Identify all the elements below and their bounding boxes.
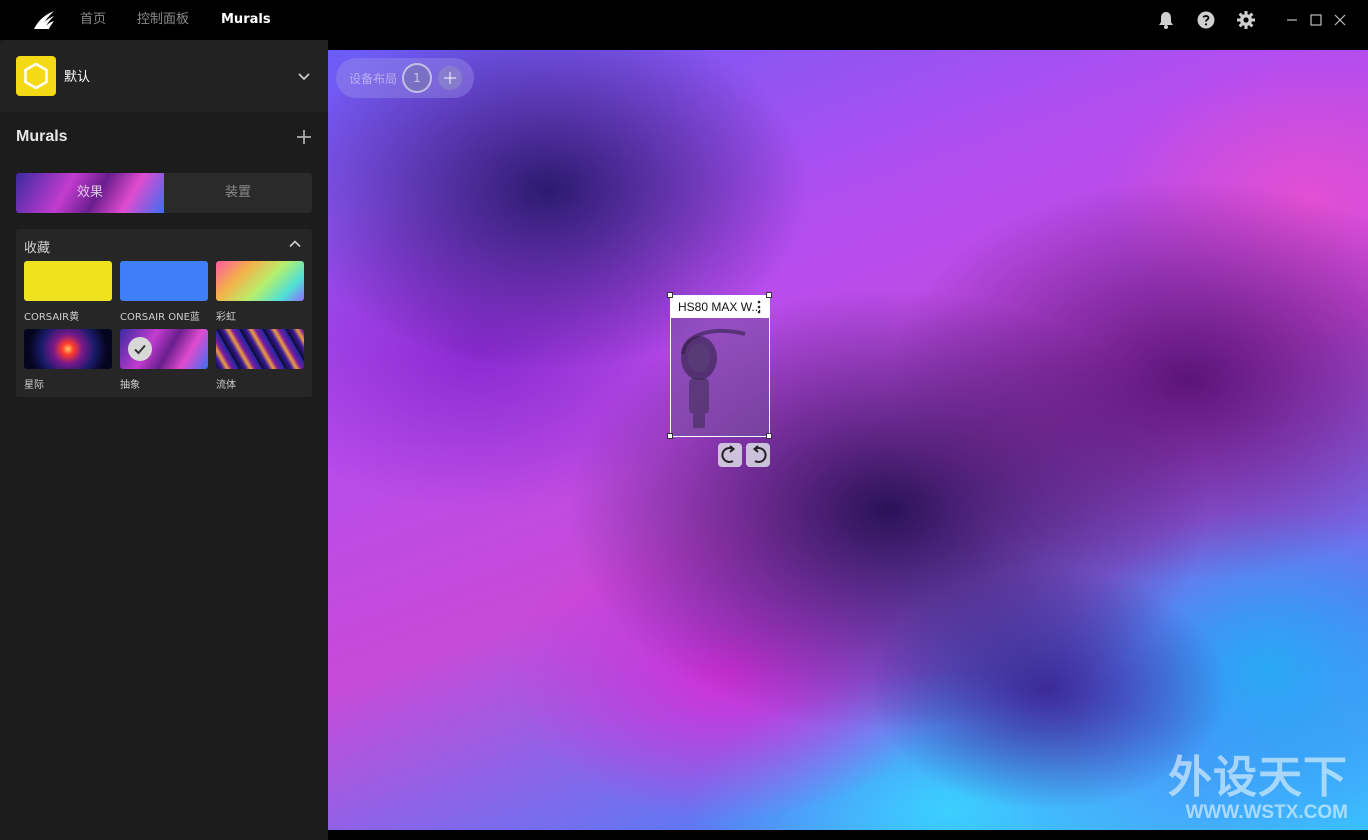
tab-devices[interactable]: 装置 (164, 173, 312, 213)
favorites-panel: 收藏 CORSAIR黄 CORSAIR ONE蓝 彩虹 星际 抽象 流体 (16, 229, 312, 397)
favorite-swatch-corsair-one-blue[interactable] (120, 261, 208, 301)
top-bar: 首页 控制面板 Murals (0, 0, 1368, 40)
watermark-title: 外设天下 (1168, 752, 1348, 803)
maximize-icon[interactable] (1306, 10, 1326, 30)
device-layout-selector: 设备布局 1 (336, 58, 474, 98)
sidebar: 默认 Murals 效果 装置 收藏 CORSAIR黄 CORSAIR ONE蓝… (0, 40, 328, 840)
favorite-label: 星际 (24, 380, 44, 391)
watermark-url: WWW.WSTX.COM (1185, 802, 1348, 823)
help-icon[interactable] (1196, 10, 1216, 30)
device-layout-label: 设备布局 (349, 72, 398, 86)
nav-murals[interactable]: Murals (221, 0, 271, 40)
resize-handle[interactable] (667, 292, 673, 298)
chevron-down-icon[interactable] (296, 68, 312, 84)
rotate-left-icon (721, 445, 736, 463)
resize-handle[interactable] (766, 292, 772, 298)
profile-selector[interactable]: 默认 (0, 40, 328, 112)
profile-icon (16, 56, 56, 96)
rotate-left-button[interactable] (718, 443, 742, 467)
favorite-label: CORSAIR黄 (24, 312, 80, 323)
favorite-label: 彩虹 (216, 312, 236, 323)
corsair-logo-icon[interactable] (32, 9, 56, 31)
plus-icon (444, 72, 456, 84)
device-name: HS80 MAX W... (671, 296, 769, 318)
add-layout-button[interactable] (438, 66, 462, 90)
favorite-label: CORSAIR ONE蓝 (120, 312, 200, 323)
mural-canvas[interactable]: 设备布局 1 HS80 MAX W... 外设天下 WWW.WSTX.COM (328, 50, 1368, 830)
tab-effects[interactable]: 效果 (16, 173, 164, 213)
bell-icon[interactable] (1156, 10, 1176, 30)
murals-section-title: Murals (16, 128, 68, 145)
gear-icon[interactable] (1236, 10, 1256, 30)
nav-home[interactable]: 首页 (80, 0, 106, 40)
resize-handle[interactable] (667, 433, 673, 439)
chevron-up-icon[interactable] (288, 237, 302, 251)
headset-icon (681, 329, 746, 428)
favorite-swatch-corsair-yellow[interactable] (24, 261, 112, 301)
add-mural-icon[interactable] (295, 128, 313, 146)
favorite-swatch-abstract[interactable] (120, 329, 208, 369)
favorite-swatch-rainbow[interactable] (216, 261, 304, 301)
kebab-menu-icon[interactable] (756, 300, 762, 314)
mural-tabs: 效果 装置 (16, 173, 312, 213)
watermark: 外设天下 WWW.WSTX.COM (1168, 754, 1348, 824)
favorite-swatch-stellar[interactable] (24, 329, 112, 369)
hexagon-icon (24, 62, 48, 90)
device-tile-headset[interactable]: HS80 MAX W... (667, 292, 772, 439)
minimize-icon[interactable] (1282, 10, 1302, 30)
rotate-right-icon (752, 445, 767, 463)
rotate-right-button[interactable] (746, 443, 770, 467)
favorite-label: 抽象 (120, 380, 140, 391)
favorite-swatch-fluid[interactable] (216, 329, 304, 369)
resize-handle[interactable] (766, 433, 772, 439)
nav-dashboard[interactable]: 控制面板 (137, 0, 189, 40)
layout-1-button[interactable]: 1 (402, 63, 432, 93)
selected-check-icon (128, 337, 152, 361)
close-icon[interactable] (1330, 10, 1350, 30)
favorite-label: 流体 (216, 380, 236, 391)
favorites-title: 收藏 (24, 241, 51, 256)
profile-name: 默认 (64, 70, 91, 85)
